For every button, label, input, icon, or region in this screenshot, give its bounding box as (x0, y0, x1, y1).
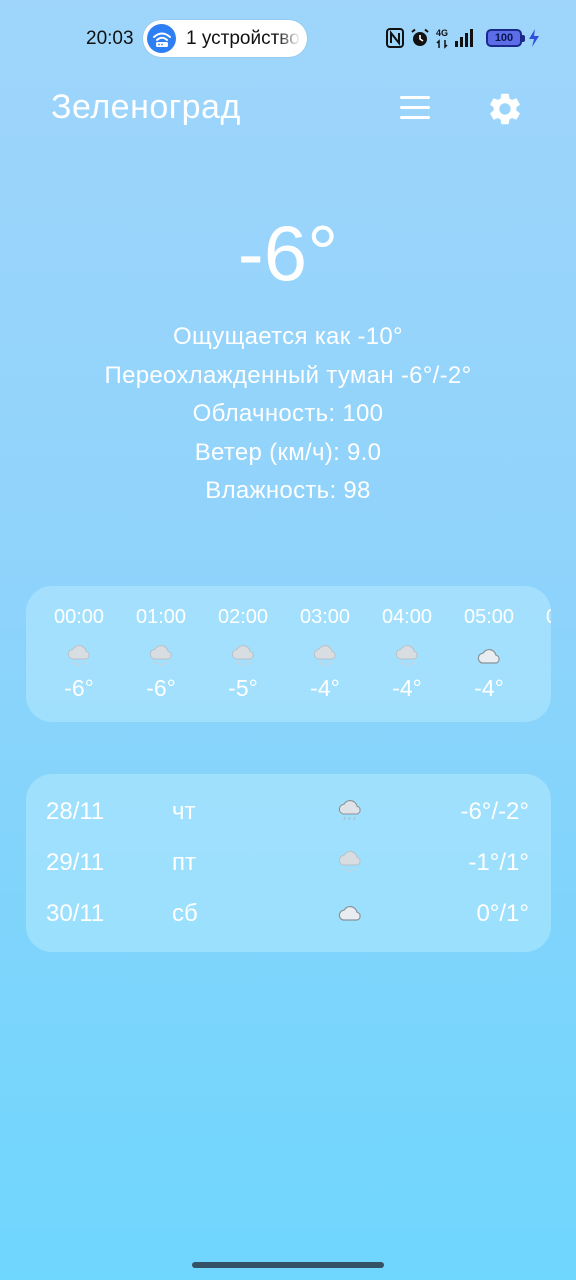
daily-row[interactable]: 29/11 пт -1°/1° (26, 843, 551, 883)
humidity: Влажность: 98 (205, 477, 371, 504)
alarm-icon (411, 28, 429, 46)
cloudiness: Облачность: 100 (192, 400, 384, 427)
hourly-temperature: -6° (146, 675, 176, 701)
settings-button[interactable] (486, 90, 524, 128)
cloud-snow-icon (231, 645, 254, 667)
daily-day: пт (172, 849, 196, 876)
hotspot-label: 1 устройство (186, 27, 300, 49)
cloud-snow-icon (395, 645, 418, 667)
daily-day: чт (172, 798, 196, 825)
city-title: Зеленоград (51, 88, 241, 126)
cloud-snow-icon (338, 851, 361, 873)
daily-day: сб (172, 900, 198, 927)
cloud-icon (338, 906, 361, 921)
cloud-snow-icon (149, 645, 172, 667)
wifi-hotspot-icon (147, 24, 176, 53)
menu-button[interactable] (400, 96, 432, 120)
hourly-item: 02:00 -5° (202, 586, 284, 722)
hourly-item: 01:00 -6° (120, 586, 202, 722)
cloud-rain-icon (338, 800, 361, 821)
cloud-snow-icon (67, 645, 90, 667)
daily-temperature-range: -6°/-2° (460, 798, 529, 825)
hourly-time: 00:00 (53, 606, 105, 628)
hourly-temperature: -4° (392, 675, 422, 701)
daily-date: 30/11 (46, 900, 105, 927)
status-time: 20:03 (86, 28, 134, 49)
gear-icon (490, 93, 520, 125)
battery-level: 100 (494, 32, 514, 44)
charging-icon (529, 29, 539, 47)
hourly-time: 02:00 (217, 606, 269, 628)
daily-row[interactable]: 30/11 сб 0°/1° (26, 894, 551, 934)
battery-icon: 100 (486, 29, 525, 47)
hourly-temperature: -5° (228, 675, 258, 701)
hotspot-pill[interactable]: 1 устройство (143, 20, 307, 57)
feels-like: Ощущается как -10° (173, 323, 403, 350)
current-temperature: -6° (237, 209, 339, 297)
hourly-time: 04:00 (381, 606, 433, 628)
hourly-item: 05:00 -4° (448, 586, 530, 722)
hourly-temperature: -4° (474, 675, 504, 701)
hourly-item: 03:00 -4° (284, 586, 366, 722)
condition: Переохлажденный туман -6°/-2° (104, 361, 472, 389)
status-bar: 20:03 1 устройство 4G 100 (0, 0, 576, 78)
hourly-temperature: -4° (310, 675, 340, 701)
hourly-time: 05:00 (463, 606, 515, 628)
signal-icon (455, 29, 473, 47)
hourly-item: 04:00 -4° (366, 586, 448, 722)
daily-temperature-range: 0°/1° (476, 900, 529, 927)
hourly-temperature: -6° (64, 675, 94, 701)
cloud-icon (477, 649, 500, 664)
hourly-forecast[interactable]: 00:00 -6° 01:00 -6° 02:00 -5° 03:00 -4° … (26, 586, 551, 722)
daily-row[interactable]: 28/11 чт -6°/-2° (26, 792, 551, 832)
hourly-time: 06:00 (530, 606, 551, 629)
status-icons: 4G 100 (386, 26, 540, 50)
hourly-item: 06:00 (530, 586, 551, 722)
hourly-item: 00:00 -6° (38, 586, 120, 722)
daily-date: 28/11 (46, 798, 105, 825)
cloud-snow-icon (313, 645, 336, 667)
network-type: 4G (436, 28, 448, 49)
menu-icon (400, 96, 430, 99)
hourly-time: 03:00 (299, 606, 351, 628)
daily-temperature-range: -1°/1° (468, 849, 529, 876)
nfc-icon (386, 28, 404, 48)
daily-date: 29/11 (46, 849, 105, 876)
daily-forecast: 28/11 чт -6°/-2° 29/11 пт -1°/1° 30/11 с… (26, 774, 551, 952)
wind: Ветер (км/ч): 9.0 (194, 438, 382, 466)
home-gesture-bar[interactable] (192, 1262, 384, 1268)
weather-details: Ощущается как -10° Переохлажденный туман… (0, 318, 576, 511)
hourly-time: 01:00 (135, 606, 187, 628)
